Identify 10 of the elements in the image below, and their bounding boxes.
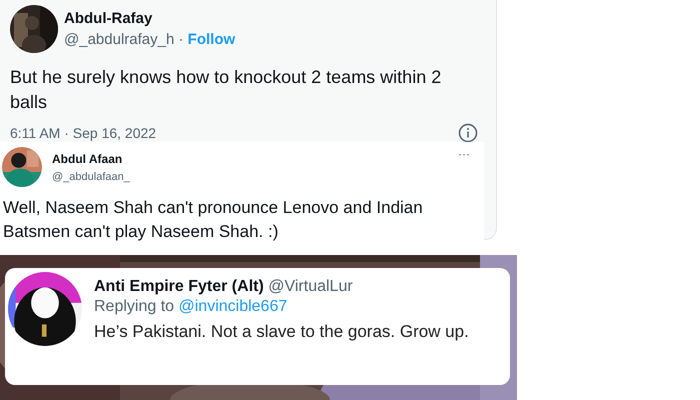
follow-link[interactable]: Follow xyxy=(188,30,236,48)
user-name: Abdul-Rafay xyxy=(64,10,154,26)
user-name: Abdul Afaan xyxy=(52,152,124,166)
more-button[interactable]: ··· xyxy=(458,147,470,161)
tweet-text: But he surely knows how to knockout 2 teams within 2 balls xyxy=(10,66,442,114)
info-icon[interactable] xyxy=(458,123,478,144)
tweet-text: Well, Naseem Shah can't pronounce Lenovo and Indian Batsmen can't play Naseem Shah. :) xyxy=(2,197,424,243)
tweet-timestamp: 6:11 AM · Sep 16, 2022 xyxy=(10,125,156,142)
user-handle: @_abdulrafay_h · xyxy=(64,30,184,48)
user-handle: @_abdulafaan_ xyxy=(52,170,130,182)
